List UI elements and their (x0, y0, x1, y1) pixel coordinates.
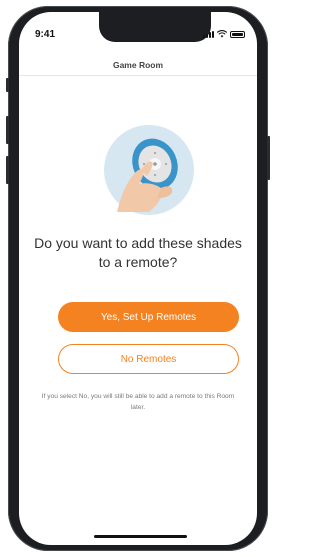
dialog-question: Do you want to add these shades to a rem… (34, 235, 242, 270)
remote-in-hand-illustration (104, 125, 194, 215)
mute-switch (6, 78, 9, 92)
volume-down-button (6, 156, 9, 184)
phone-screen: 9:41 Game Room Do you want to add these … (19, 12, 257, 545)
nav-divider (19, 75, 257, 76)
signal-icon (203, 31, 214, 38)
battery-icon (230, 31, 245, 38)
status-time: 9:41 (35, 29, 56, 40)
home-indicator (94, 535, 187, 538)
status-icons (203, 30, 245, 38)
set-up-remotes-button[interactable]: Yes, Set Up Remotes (58, 302, 239, 332)
no-remotes-button[interactable]: No Remotes (58, 344, 239, 374)
volume-up-button (6, 116, 9, 144)
power-button (267, 136, 270, 180)
notch (99, 12, 211, 42)
wifi-icon (217, 30, 227, 38)
dialog-note: If you select No, you will still be able… (41, 393, 235, 411)
page-title: Game Room (112, 60, 164, 70)
